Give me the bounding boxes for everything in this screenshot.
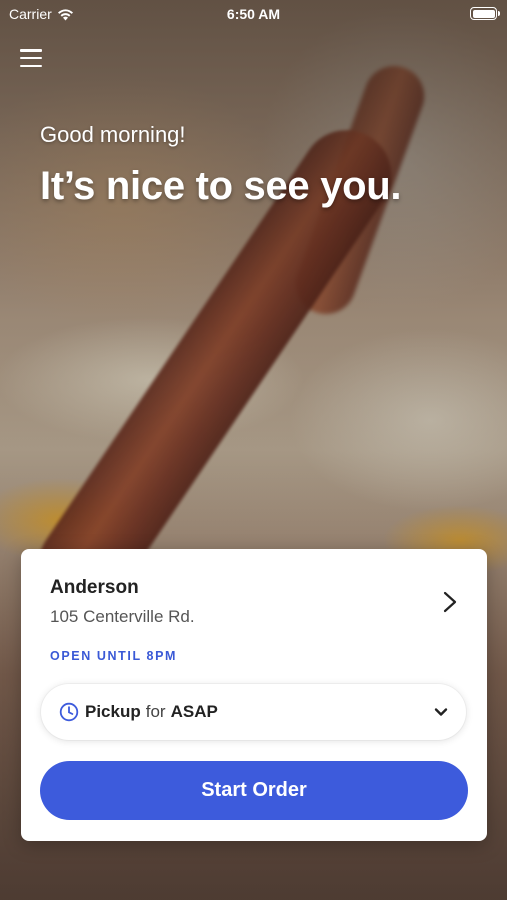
start-order-button[interactable]: Start Order — [40, 761, 468, 820]
store-address: 105 Centerville Rd. — [50, 607, 195, 626]
order-connector: for — [145, 702, 166, 721]
chevron-right-icon — [443, 591, 457, 613]
battery-icon — [470, 7, 500, 20]
page-title: It’s nice to see you. — [40, 164, 402, 208]
menu-line — [20, 64, 42, 67]
menu-line — [20, 49, 42, 52]
greeting-text: Good morning! — [40, 122, 186, 147]
order-type-dropdown[interactable]: Pickup for ASAP — [41, 684, 466, 740]
status-time: 6:50 AM — [226, 6, 281, 22]
store-selector[interactable]: Anderson 105 Centerville Rd. OPEN UNTIL … — [21, 549, 487, 669]
clock-icon — [59, 702, 79, 722]
store-hours-badge: OPEN UNTIL 8PM — [50, 649, 178, 663]
status-bar: Carrier 6:50 AM — [0, 0, 507, 28]
hamburger-menu-icon[interactable] — [20, 48, 42, 68]
store-card: Anderson 105 Centerville Rd. OPEN UNTIL … — [21, 549, 487, 841]
menu-line — [20, 56, 42, 60]
store-name: Anderson — [50, 577, 139, 598]
order-time: ASAP — [170, 702, 218, 721]
order-mode: Pickup — [85, 702, 141, 721]
chevron-down-icon — [434, 708, 448, 716]
order-type-text: Pickup for ASAP — [85, 702, 218, 722]
